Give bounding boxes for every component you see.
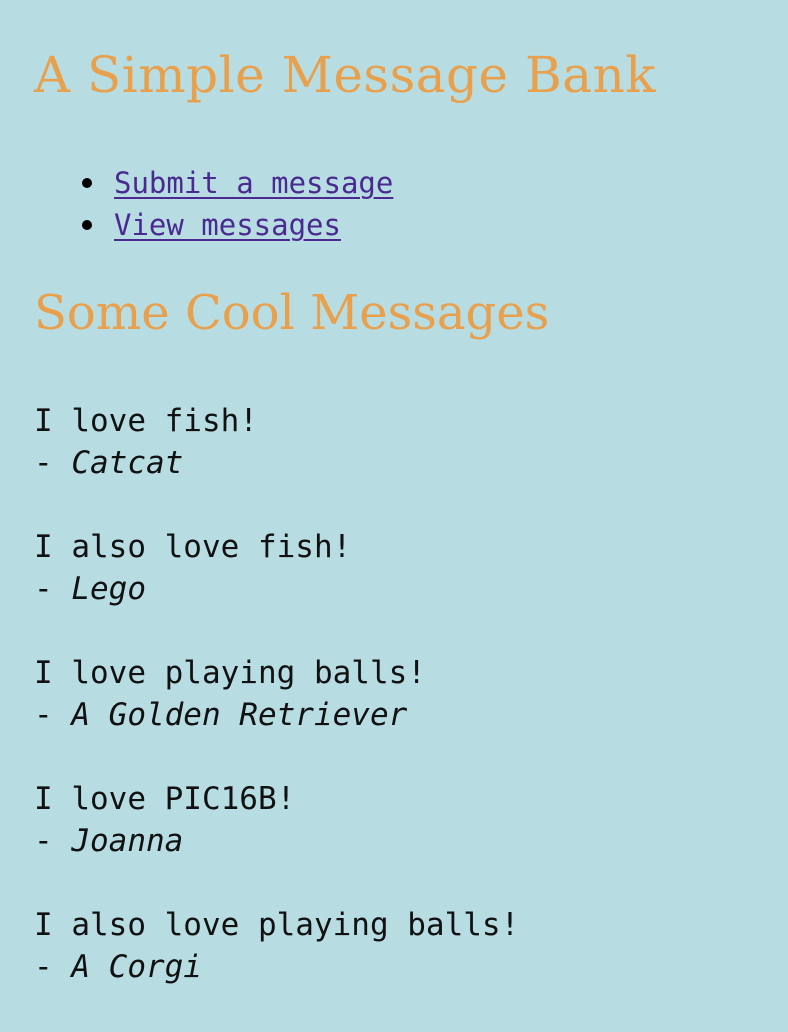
message-item: I love playing balls! - A Golden Retriev…: [34, 652, 519, 778]
message-author: Joanna: [71, 823, 184, 859]
message-signature: - Joanna: [34, 820, 519, 862]
view-messages-link[interactable]: View messages: [114, 208, 341, 242]
message-author: A Corgi: [71, 949, 202, 985]
message-signature: - A Corgi: [34, 946, 519, 988]
message-signature: - Lego: [34, 568, 519, 610]
message-text: I love playing balls!: [34, 655, 426, 691]
nav-item-view: View messages: [82, 204, 393, 246]
bullet-icon: [82, 178, 92, 188]
message-signature: - A Golden Retriever: [34, 694, 519, 736]
author-dash: -: [34, 823, 72, 859]
message-item: I also love playing balls! - A Corgi: [34, 904, 519, 1030]
author-dash: -: [34, 445, 72, 481]
message-item: I also love fish! - Lego: [34, 526, 519, 652]
message-author: A Golden Retriever: [71, 697, 408, 733]
submit-message-link[interactable]: Submit a message: [114, 166, 393, 200]
message-author: Lego: [71, 571, 146, 607]
author-dash: -: [34, 571, 72, 607]
message-text: I love fish!: [34, 403, 258, 439]
message-author: Catcat: [71, 445, 184, 481]
message-text: I love PIC16B!: [34, 781, 296, 817]
bullet-icon: [82, 220, 92, 230]
author-dash: -: [34, 697, 72, 733]
section-title: Some Cool Messages: [34, 285, 550, 341]
message-text: I also love playing balls!: [34, 907, 520, 943]
message-item: I love PIC16B! - Joanna: [34, 778, 519, 904]
message-text: I also love fish!: [34, 529, 352, 565]
nav-list: Submit a message View messages: [34, 162, 393, 246]
message-list: I love fish! - Catcat I also love fish! …: [34, 400, 519, 1030]
site-title: A Simple Message Bank: [34, 46, 657, 104]
nav-item-submit: Submit a message: [82, 162, 393, 204]
message-signature: - Catcat: [34, 442, 519, 484]
message-item: I love fish! - Catcat: [34, 400, 519, 526]
author-dash: -: [34, 949, 72, 985]
